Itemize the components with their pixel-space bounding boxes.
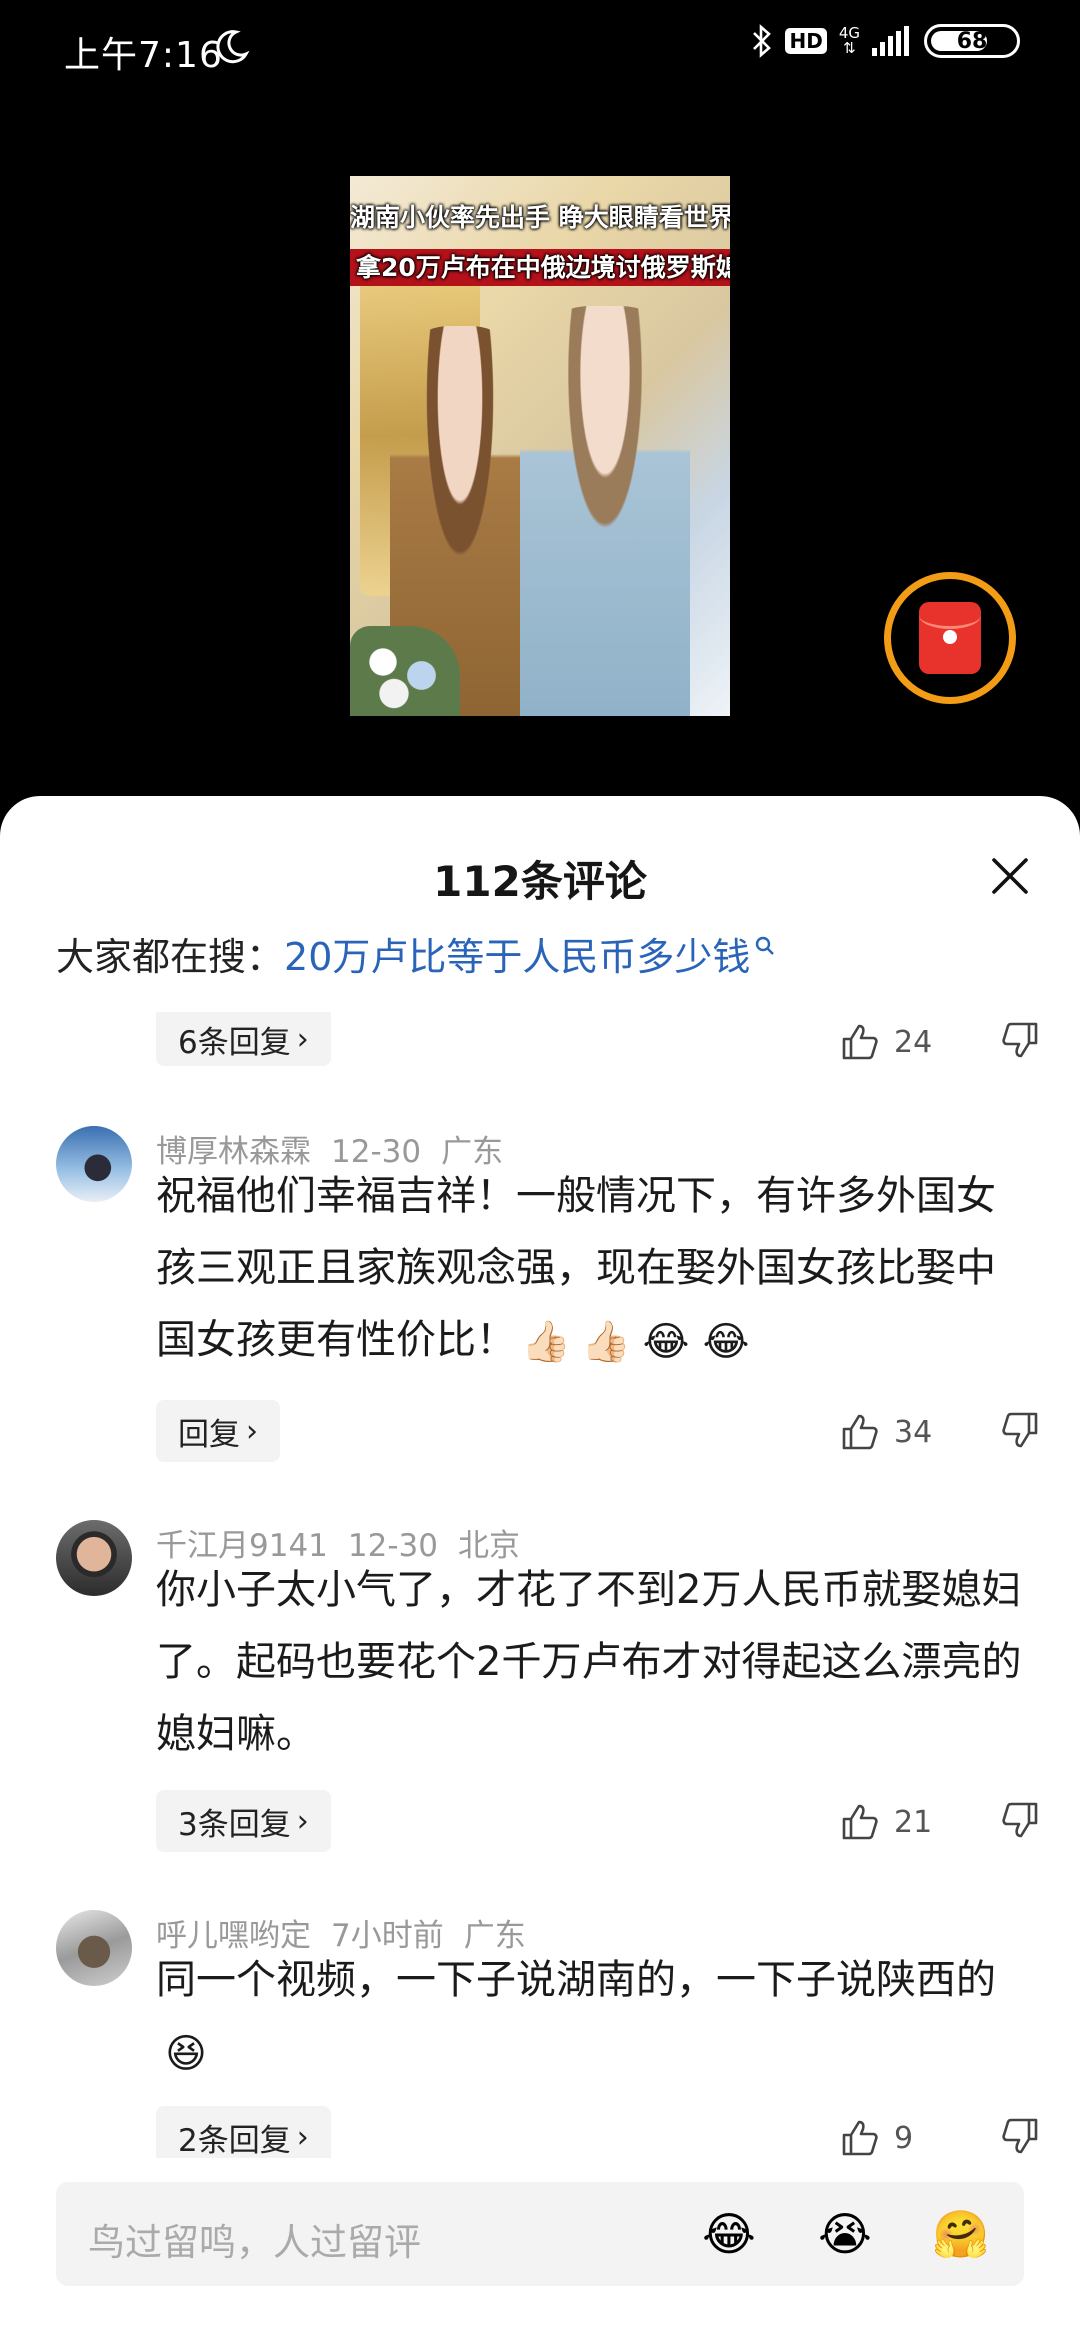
thumbs-down-icon	[1002, 1802, 1038, 1838]
emoji-laugh-cry-button[interactable]: 😂	[699, 2204, 759, 2264]
search-icon	[754, 926, 776, 970]
reply-label: 3条回复	[178, 1806, 291, 1843]
emoji-hug-button[interactable]: 🤗	[931, 2204, 991, 2264]
comment-actions: 34	[840, 1410, 1040, 1454]
status-icons: HD 4G ⇅ 68	[751, 24, 1020, 58]
view-replies-button[interactable]: 6条回复 ›	[156, 1012, 331, 1066]
comment-text: 你小子太小气了，才花了不到2万人民币就娶媳妇了。起码也要花个2千万卢布才对得起这…	[156, 1567, 1022, 1757]
hd-badge: HD	[785, 28, 827, 54]
comment-input-placeholder: 鸟过留鸣，人过留评	[88, 2221, 421, 2264]
battery-icon: 68	[924, 24, 1020, 58]
dislike-button[interactable]	[1000, 1800, 1040, 1844]
thumbs-down-icon	[1002, 1022, 1038, 1058]
chevron-right-icon: ›	[296, 1803, 309, 1839]
comment-actions: 24	[840, 1020, 1040, 1064]
network-badge: 4G ⇅	[838, 24, 860, 57]
network-type: 4G	[838, 24, 860, 42]
like-button[interactable]: 9	[840, 2118, 944, 2158]
signal-icon	[872, 26, 912, 56]
close-button[interactable]	[974, 840, 1046, 912]
chevron-right-icon: ›	[246, 1413, 258, 1449]
avatar[interactable]	[56, 1126, 132, 1202]
video-flowers	[350, 626, 460, 716]
video-thumbnail[interactable]: 湖南小伙率先出手 睁大眼睛看世界 拿20万卢布在中俄边境讨俄罗斯媳妇	[350, 176, 730, 716]
status-bar: 上午7:16 HD 4G ⇅ 68	[0, 0, 1080, 96]
comment-actions: 21	[840, 1800, 1040, 1844]
avatar[interactable]	[56, 1520, 132, 1596]
battery-level: 68	[956, 28, 988, 54]
status-time: 上午7:16	[64, 35, 223, 76]
like-count: 24	[894, 1024, 933, 1060]
red-packet-icon	[919, 602, 981, 674]
comment-count-title: 112条评论	[433, 857, 647, 906]
comment-text: 祝福他们幸福吉祥！一般情况下，有许多外国女孩三观正且家族观念强，现在娶外国女孩比…	[156, 1173, 996, 1363]
like-count: 21	[894, 1804, 933, 1840]
view-replies-button[interactable]: 3条回复 ›	[156, 1790, 331, 1852]
moon-icon	[212, 28, 250, 66]
like-button[interactable]: 34	[840, 1412, 944, 1452]
thumbs-up-icon	[842, 1414, 878, 1450]
like-count: 34	[894, 1414, 933, 1450]
close-icon	[992, 858, 1028, 894]
like-count: 9	[894, 2120, 914, 2156]
comment-text: 同一个视频，一下子说湖南的，一下子说陕西的	[156, 1957, 996, 2003]
emoji-thumbs-up: 👍🏻	[521, 1319, 571, 1365]
quick-emoji-bar: 😂 😭 🤗	[696, 2204, 994, 2264]
reply-label: 6条回复	[178, 1024, 291, 1061]
thumbs-up-icon	[842, 1024, 878, 1060]
search-suggestion[interactable]: 大家都在搜：20万卢比等于人民币多少钱	[56, 926, 776, 981]
chevron-right-icon: ›	[296, 1021, 309, 1057]
dislike-button[interactable]	[1000, 1020, 1040, 1064]
red-packet-button[interactable]	[884, 572, 1016, 704]
thumbs-down-icon	[1002, 1412, 1038, 1448]
video-caption-line1: 湖南小伙率先出手 睁大眼睛看世界	[350, 203, 730, 232]
bluetooth-icon	[751, 24, 773, 58]
comment-input[interactable]: 鸟过留鸣，人过留评 😂 😭 🤗	[56, 2182, 1024, 2286]
thumbs-up-icon	[842, 1804, 878, 1840]
dislike-button[interactable]	[1000, 2116, 1040, 2160]
dislike-button[interactable]	[1000, 1410, 1040, 1454]
emoji-grin: 😆	[165, 2031, 207, 2077]
like-button[interactable]: 24	[840, 1022, 944, 1062]
emoji-laugh-cry: 😂	[642, 1319, 690, 1365]
thumbs-down-icon	[1002, 2118, 1038, 2154]
reply-label: 2条回复	[178, 2122, 291, 2159]
comment-actions: 9	[840, 2116, 1040, 2160]
emoji-crying-button[interactable]: 😭	[815, 2204, 875, 2264]
thumbs-up-icon	[842, 2120, 878, 2156]
search-prefix: 大家都在搜：	[56, 935, 285, 979]
avatar[interactable]	[56, 1910, 132, 1986]
emoji-thumbs-up: 👍🏻	[581, 1319, 631, 1365]
like-button[interactable]: 21	[840, 1802, 944, 1842]
comment-text-block: 同一个视频，一下子说湖南的，一下子说陕西的 😆	[156, 1944, 1026, 2088]
search-query-link[interactable]: 20万卢比等于人民币多少钱	[284, 935, 750, 979]
comment-text-block: 祝福他们幸福吉祥！一般情况下，有许多外国女孩三观正且家族观念强，现在娶外国女孩比…	[156, 1160, 1026, 1376]
reply-button[interactable]: 回复 ›	[156, 1400, 280, 1462]
reply-label: 回复	[178, 1416, 240, 1453]
video-caption-line2: 拿20万卢布在中俄边境讨俄罗斯媳妇	[350, 249, 730, 286]
comment-sheet: 112条评论 大家都在搜：20万卢比等于人民币多少钱 6条回复 › 24 博厚林森…	[0, 796, 1080, 2340]
chevron-right-icon: ›	[296, 2119, 309, 2155]
video-person-right	[520, 306, 690, 716]
emoji-laugh-cry: 😂	[702, 1319, 750, 1365]
